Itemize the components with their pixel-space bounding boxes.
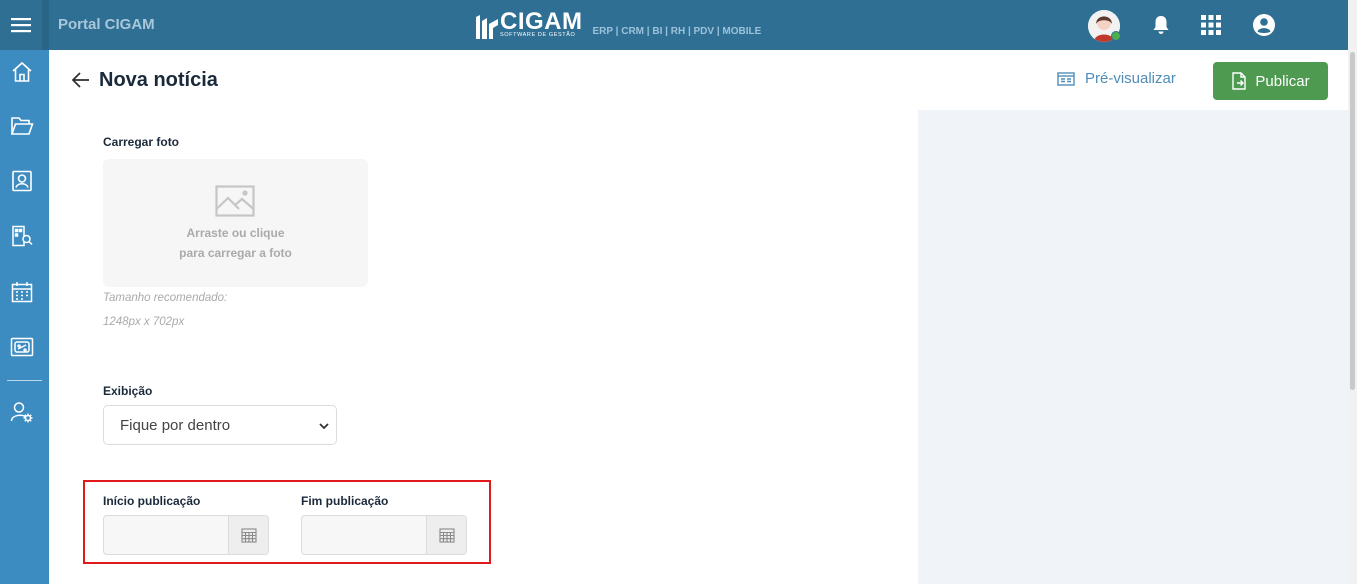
start-date-label: Início publicação: [103, 494, 201, 508]
display-select[interactable]: Fique por dentro: [103, 405, 337, 445]
tickets-icon[interactable]: [0, 327, 43, 367]
logo-mark-icon: [476, 14, 498, 39]
apps-grid-icon[interactable]: [1199, 13, 1223, 37]
end-date-label: Fim publicação: [301, 494, 389, 508]
bell-icon[interactable]: [1149, 13, 1173, 37]
top-bar: Portal CIGAM CIGAM SOFTWARE DE GESTÃO ER…: [0, 0, 1357, 50]
page-scrollbar-thumb[interactable]: [1350, 52, 1355, 390]
online-status-indicator: [1111, 31, 1121, 41]
cigam-logo: CIGAM SOFTWARE DE GESTÃO ERP | CRM | BI …: [476, 8, 762, 39]
user-settings-icon[interactable]: [0, 392, 43, 432]
photo-label: Carregar foto: [103, 135, 180, 149]
photo-dropzone[interactable]: Arraste ou clique para carregar a foto: [103, 159, 368, 287]
org-search-icon[interactable]: [0, 216, 43, 256]
publish-label: Publicar: [1255, 72, 1310, 90]
preview-icon: [1057, 71, 1075, 86]
display-label: Exibição: [103, 384, 153, 398]
image-placeholder-icon: [215, 185, 255, 217]
preview-panel: [918, 110, 1348, 584]
logo-wordmark: CIGAM SOFTWARE DE GESTÃO: [500, 8, 583, 39]
logo-name: CIGAM: [500, 8, 583, 35]
preview-label: Pré-visualizar: [1085, 70, 1176, 87]
publish-icon: [1232, 72, 1247, 90]
contacts-icon[interactable]: [0, 161, 43, 201]
calendar-icon: [438, 528, 455, 543]
account-icon[interactable]: [1252, 13, 1276, 37]
calendar-icon: [240, 528, 257, 543]
menu-icon[interactable]: [0, 0, 42, 50]
portal-title[interactable]: Portal CIGAM: [58, 16, 155, 33]
sidebar: [0, 50, 49, 584]
page-title: Nova notícia: [99, 69, 218, 91]
logo-modules: ERP | CRM | BI | RH | PDV | MOBILE: [592, 25, 762, 37]
page-header: Nova notícia Pré-visualizar Publicar: [49, 50, 1348, 110]
dropzone-text-line1: Arraste ou clique: [186, 226, 285, 240]
display-select-value: Fique por dentro: [120, 417, 231, 434]
start-date-input[interactable]: [104, 516, 229, 554]
back-arrow-icon[interactable]: [70, 69, 92, 91]
photo-size-hint: Tamanho recomendado:: [103, 292, 228, 304]
home-icon[interactable]: [0, 52, 43, 92]
end-date-field: [301, 515, 467, 555]
photo-size-value: 1248px x 702px: [103, 316, 185, 328]
topbar-divider: [42, 0, 49, 50]
start-date-picker-button[interactable]: [228, 516, 268, 554]
logo-tagline: SOFTWARE DE GESTÃO: [500, 32, 576, 38]
chevron-down-icon: [319, 423, 329, 430]
start-date-field: [103, 515, 269, 555]
preview-button[interactable]: Pré-visualizar: [1057, 70, 1176, 87]
end-date-input[interactable]: [302, 516, 427, 554]
publish-button[interactable]: Publicar: [1213, 62, 1328, 100]
folder-icon[interactable]: [0, 106, 43, 146]
dropzone-text-line2: para carregar a foto: [179, 246, 292, 260]
sidebar-divider: [7, 380, 42, 381]
calendar-icon[interactable]: [0, 272, 43, 312]
end-date-picker-button[interactable]: [426, 516, 466, 554]
